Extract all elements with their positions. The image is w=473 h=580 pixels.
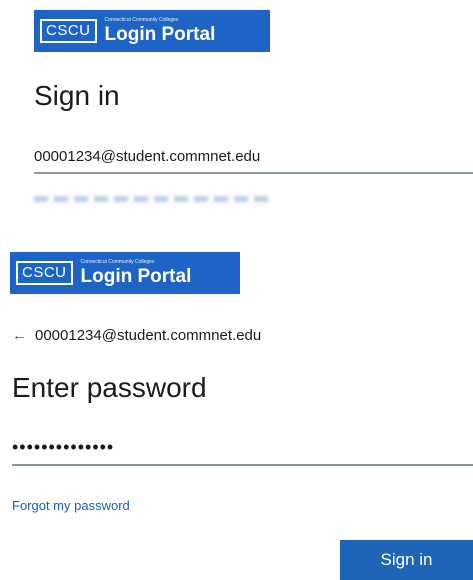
arrow-left-icon[interactable]: ← xyxy=(12,327,27,344)
logo-name: Login Portal xyxy=(80,266,192,287)
enter-password-panel: CSCU Connecticut Community Colleges Logi… xyxy=(0,242,473,580)
sign-in-panel: CSCU Connecticut Community Colleges Logi… xyxy=(0,0,473,205)
logo-tagline: Connecticut Community Colleges xyxy=(104,17,179,23)
logo-abbr: CSCU xyxy=(40,19,97,43)
password-field[interactable] xyxy=(12,430,473,466)
forgot-password-link[interactable]: Forgot my password xyxy=(12,498,130,513)
sign-in-button[interactable]: Sign in xyxy=(340,540,473,580)
email-field[interactable] xyxy=(34,140,473,174)
logo-name: Login Portal xyxy=(104,24,216,45)
logo-tagline: Connecticut Community Colleges xyxy=(80,259,155,265)
page-title: Enter password xyxy=(12,372,207,403)
page-title: Sign in xyxy=(34,80,120,111)
logo-abbr: CSCU xyxy=(16,261,73,285)
cscu-logo: CSCU Connecticut Community Colleges Logi… xyxy=(34,10,270,52)
identity-email: 00001234@student.commnet.edu xyxy=(35,327,262,344)
identity-row: ← 00001234@student.commnet.edu xyxy=(12,327,261,344)
faded-link xyxy=(34,196,274,202)
cscu-logo: CSCU Connecticut Community Colleges Logi… xyxy=(10,252,240,294)
